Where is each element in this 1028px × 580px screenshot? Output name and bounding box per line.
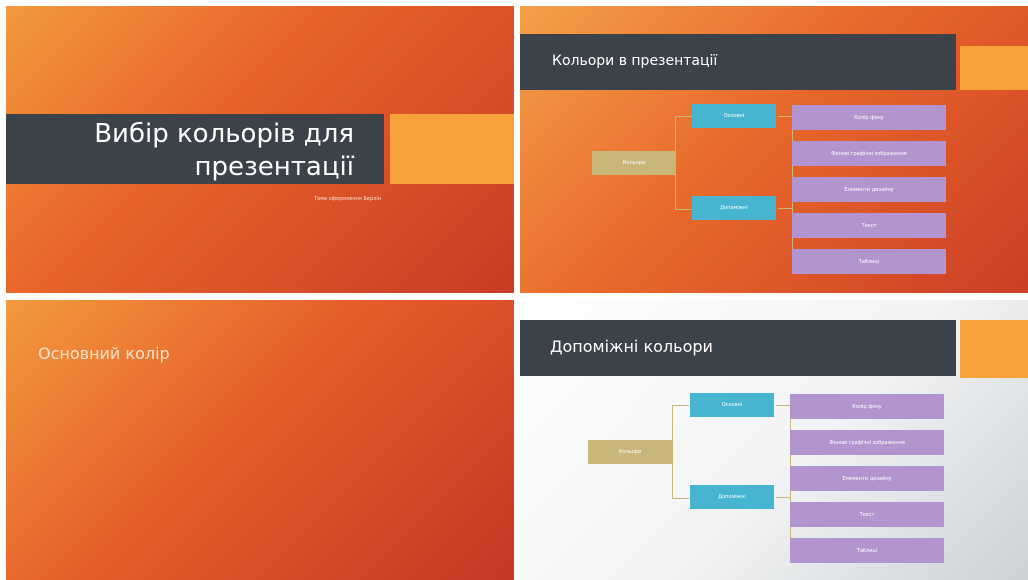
- diagram-leaf-box: Колір фону: [792, 105, 946, 130]
- slide-1-thumbnail[interactable]: Вибір кольорів для презентації Тема офор…: [6, 6, 514, 293]
- connector: [778, 116, 792, 117]
- diagram-leaf-box: Таблиці: [792, 249, 946, 274]
- slide-subtitle: Тема оформлення Берлін: [314, 196, 381, 202]
- diagram-branch-box: Допоміжні: [692, 196, 776, 220]
- title-bar: Кольори в презентації: [520, 34, 956, 90]
- connector: [672, 405, 689, 499]
- accent-box: [960, 46, 1028, 90]
- diagram-leaf-box: Таблиці: [790, 538, 944, 563]
- connector: [675, 116, 692, 210]
- diagram-branch-box: Основні: [692, 104, 776, 128]
- slide-title: Кольори в презентації: [552, 53, 718, 69]
- connector: [778, 208, 792, 209]
- diagram-root-box: Кольори: [592, 151, 676, 175]
- diagram-leaf-box: Елементи дизайну: [790, 466, 944, 491]
- diagram-leaf-box: Текст: [792, 213, 946, 238]
- slide-title: Вибір кольорів для презентації: [94, 119, 354, 182]
- diagram-leaf-box: Текст: [790, 502, 944, 527]
- accent-box: [960, 320, 1028, 378]
- slide-4-thumbnail[interactable]: Допоміжні кольори Кольори Основні Допомі…: [520, 300, 1028, 580]
- accent-box: [390, 114, 514, 184]
- diagram-branch-box: Допоміжні: [690, 485, 774, 509]
- title-bar: Вибір кольорів для презентації: [6, 114, 384, 184]
- slide-3-thumbnail[interactable]: Основний колір: [6, 300, 514, 580]
- connector: [776, 497, 790, 498]
- slide-2-thumbnail[interactable]: Кольори в презентації Кольори Основні До…: [520, 6, 1028, 293]
- diagram-leaf-box: Фонові графічні зображення: [792, 141, 946, 166]
- diagram-root-box: Кольори: [588, 440, 672, 464]
- diagram-leaf-box: Фонові графічні зображення: [790, 430, 944, 455]
- diagram-branch-box: Основні: [690, 393, 774, 417]
- diagram-leaf-box: Колір фону: [790, 394, 944, 419]
- diagram-leaf-box: Елементи дизайну: [792, 177, 946, 202]
- slide-title: Основний колір: [38, 344, 170, 363]
- connector: [776, 405, 790, 406]
- slide-title: Допоміжні кольори: [550, 337, 713, 356]
- title-bar: Допоміжні кольори: [520, 320, 956, 376]
